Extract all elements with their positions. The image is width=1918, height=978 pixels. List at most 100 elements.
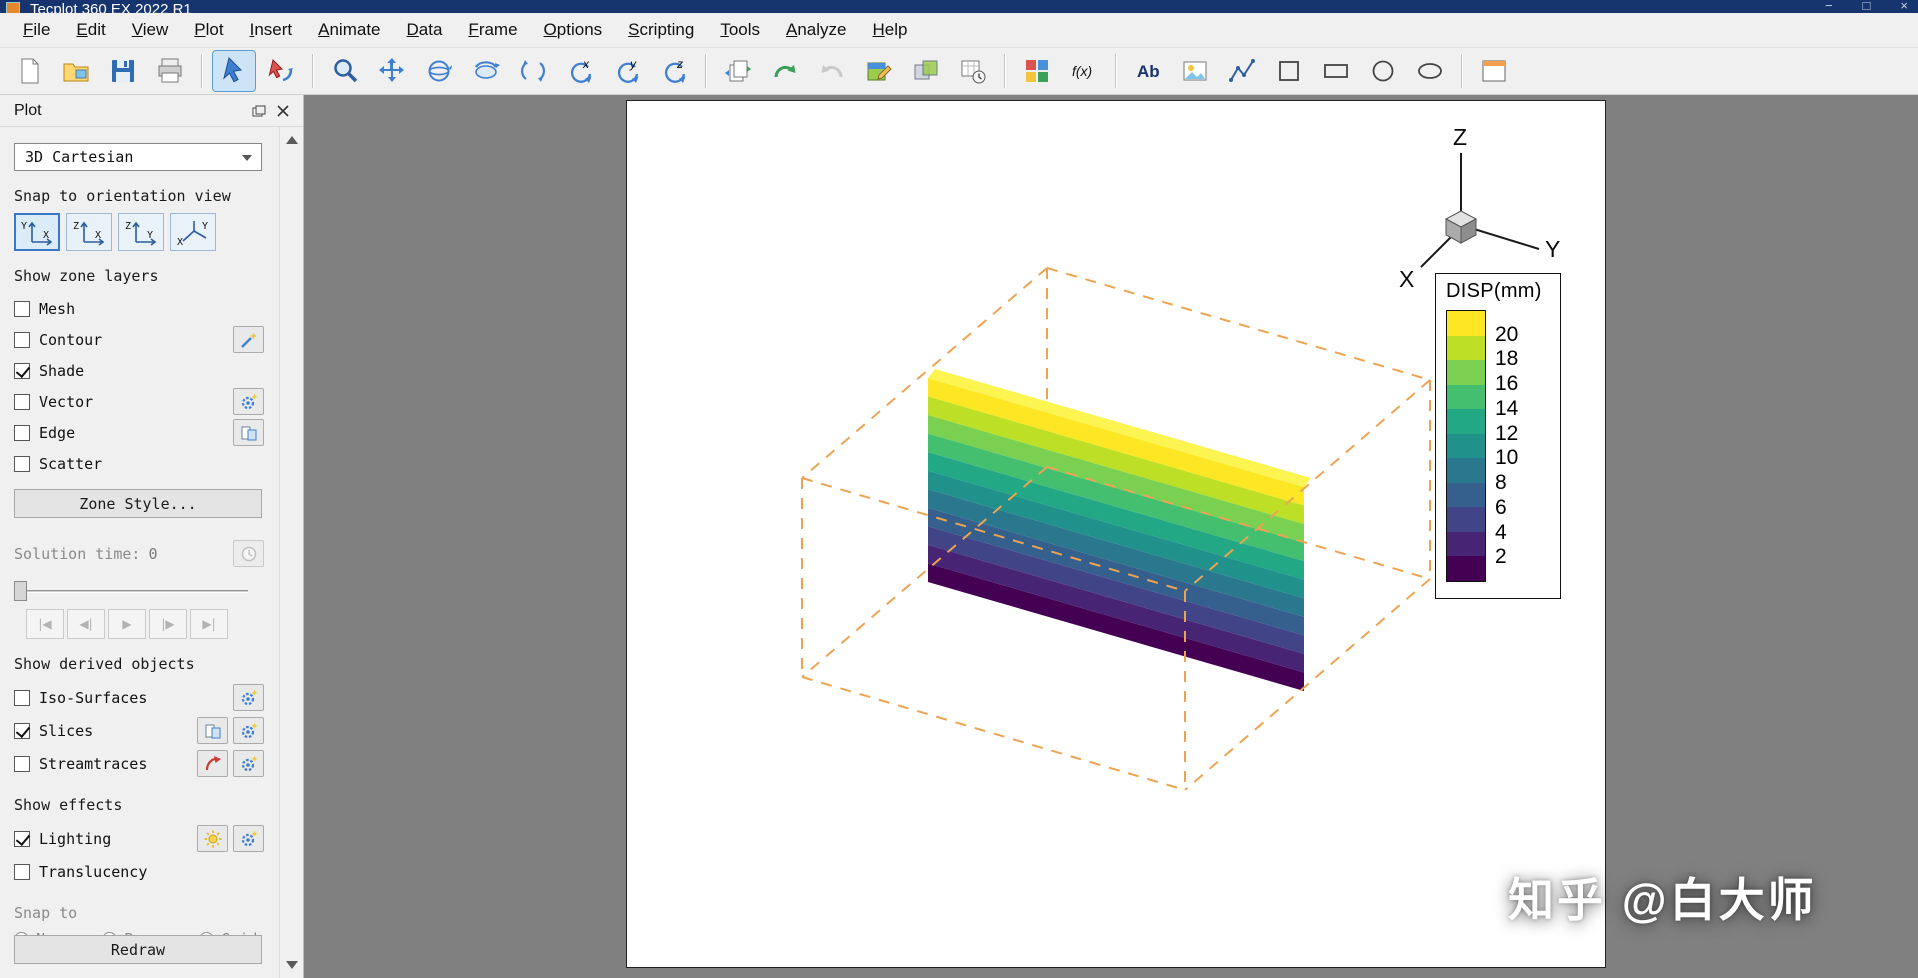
menu-animate[interactable]: Animate — [305, 14, 393, 46]
new-layout-button[interactable] — [8, 51, 50, 91]
play-button[interactable]: ▶ — [108, 609, 146, 639]
arrange-frames-icon — [1022, 56, 1052, 86]
menu-frame[interactable]: Frame — [455, 14, 530, 46]
redraw-button[interactable]: Redraw — [14, 935, 262, 964]
scroll-up-icon[interactable] — [280, 129, 303, 151]
vector-row: Vector — [14, 386, 264, 417]
contour-legend[interactable]: DISP(mm) 2018161412108642 — [1435, 273, 1561, 599]
orientation-view-zy[interactable]: ZY — [118, 213, 164, 251]
open-layout-button[interactable] — [55, 51, 97, 91]
solution-time-dialog-button[interactable] — [233, 540, 264, 567]
zone-layers-label: Show zone layers — [14, 267, 279, 285]
next-frame-button[interactable]: |▶ — [149, 609, 187, 639]
last-frame-button[interactable]: ▶| — [190, 609, 228, 639]
plot-type-select[interactable]: 3D Cartesian — [14, 143, 262, 171]
redo-button[interactable] — [764, 51, 806, 91]
scroll-down-icon[interactable] — [280, 954, 303, 976]
edge-checkbox[interactable] — [14, 425, 30, 441]
edge-details-button[interactable] — [233, 419, 264, 446]
contour-details-button[interactable] — [233, 326, 264, 353]
menu-analyze[interactable]: Analyze — [773, 14, 859, 46]
panel-scrollbar[interactable] — [279, 127, 303, 978]
rotate-twist-tool-button[interactable] — [512, 51, 554, 91]
rotate-z-tool-button[interactable]: z — [653, 51, 695, 91]
print-button[interactable] — [149, 51, 191, 91]
vector-checkbox[interactable] — [14, 394, 30, 410]
lighting-checkbox[interactable] — [14, 831, 30, 847]
menu-help[interactable]: Help — [859, 14, 920, 46]
menu-scripting[interactable]: Scripting — [615, 14, 707, 46]
undo-button[interactable] — [811, 51, 853, 91]
translate-tool-button[interactable] — [371, 51, 413, 91]
zone-style-button[interactable]: Zone Style... — [14, 489, 262, 518]
lighting-label: Lighting — [39, 830, 111, 848]
panel-close-icon[interactable] — [271, 100, 295, 122]
arrange-frames-button[interactable] — [1016, 51, 1058, 91]
streamtrace-placement-button[interactable] — [197, 750, 228, 777]
slider-track[interactable] — [14, 590, 248, 593]
vector-details-button[interactable] — [233, 388, 264, 415]
equation-tool-button[interactable]: f(x) — [1063, 51, 1105, 91]
ellipse-tool-button[interactable] — [1409, 51, 1451, 91]
streamtrace-details-button[interactable] — [233, 750, 264, 777]
rotate-x-tool-button[interactable]: x — [559, 51, 601, 91]
text-tool-button[interactable]: Ab — [1127, 51, 1169, 91]
menu-plot[interactable]: Plot — [181, 14, 236, 46]
orientation-view-yx[interactable]: YX — [14, 213, 60, 251]
translucency-checkbox[interactable] — [14, 864, 30, 880]
menu-view[interactable]: View — [119, 14, 182, 46]
streamtraces-checkbox[interactable] — [14, 756, 30, 772]
menu-edit[interactable]: Edit — [63, 14, 118, 46]
rotate-spherical-tool-button[interactable] — [418, 51, 460, 91]
menu-insert[interactable]: Insert — [237, 14, 306, 46]
lighting-details-button[interactable] — [233, 825, 264, 852]
menu-data[interactable]: Data — [394, 14, 456, 46]
prev-frame-button[interactable]: ◀| — [67, 609, 105, 639]
rectangle-tool-button[interactable] — [1315, 51, 1357, 91]
translucency-blend-button[interactable] — [905, 51, 947, 91]
slice-details-button[interactable] — [233, 717, 264, 744]
menu-options[interactable]: Options — [531, 14, 616, 46]
toolbar-separator — [1004, 54, 1006, 88]
minimize-window-icon[interactable]: − — [1825, 0, 1833, 13]
iso-surface-details-button[interactable] — [233, 684, 264, 711]
rotate-y-tool-button[interactable]: y — [606, 51, 648, 91]
solution-time-slider[interactable] — [14, 581, 248, 601]
adjustor-tool-button[interactable] — [260, 51, 302, 91]
polyline-tool-button[interactable] — [1221, 51, 1263, 91]
slices-checkbox[interactable] — [14, 723, 30, 739]
iso-surfaces-checkbox[interactable] — [14, 690, 30, 706]
solution-time-dialog-button[interactable] — [952, 51, 994, 91]
square-tool-button[interactable] — [1268, 51, 1310, 91]
plot-frame[interactable]: Z X Y DISP(mm) 2018161412108642 — [626, 100, 1606, 968]
zoom-tool-button[interactable] — [324, 51, 366, 91]
triad-z-label: Z — [1453, 124, 1467, 150]
menu-tools[interactable]: Tools — [707, 14, 773, 46]
workspace: Z X Y DISP(mm) 2018161412108642 — [304, 95, 1918, 978]
frame-tool-button[interactable] — [1473, 51, 1515, 91]
copy-plot-button[interactable] — [717, 51, 759, 91]
adjustor-tool-icon — [266, 56, 296, 86]
circle-tool-button[interactable] — [1362, 51, 1404, 91]
shade-checkbox[interactable] — [14, 363, 30, 379]
image-tool-button[interactable] — [1174, 51, 1216, 91]
colormap-edit-button[interactable] — [858, 51, 900, 91]
slider-handle[interactable] — [14, 581, 27, 601]
mesh-checkbox[interactable] — [14, 301, 30, 317]
rotate-rollerball-tool-button[interactable] — [465, 51, 507, 91]
circle-tool-icon — [1368, 56, 1398, 86]
panel-float-icon[interactable] — [247, 100, 271, 122]
orientation-view-xy-oblique[interactable]: XY — [170, 213, 216, 251]
svg-text:Ab: Ab — [1137, 62, 1160, 81]
scatter-checkbox[interactable] — [14, 456, 30, 472]
menu-file[interactable]: File — [10, 14, 63, 46]
first-frame-button[interactable]: |◀ — [26, 609, 64, 639]
contour-checkbox[interactable] — [14, 332, 30, 348]
save-layout-button[interactable] — [102, 51, 144, 91]
slice-placement-button[interactable] — [197, 717, 228, 744]
maximize-window-icon[interactable]: □ — [1863, 0, 1871, 13]
selector-tool-button[interactable] — [213, 51, 255, 91]
orientation-view-zx[interactable]: ZX — [66, 213, 112, 251]
light-source-button[interactable] — [197, 825, 228, 852]
close-window-icon[interactable]: × — [1900, 0, 1908, 13]
